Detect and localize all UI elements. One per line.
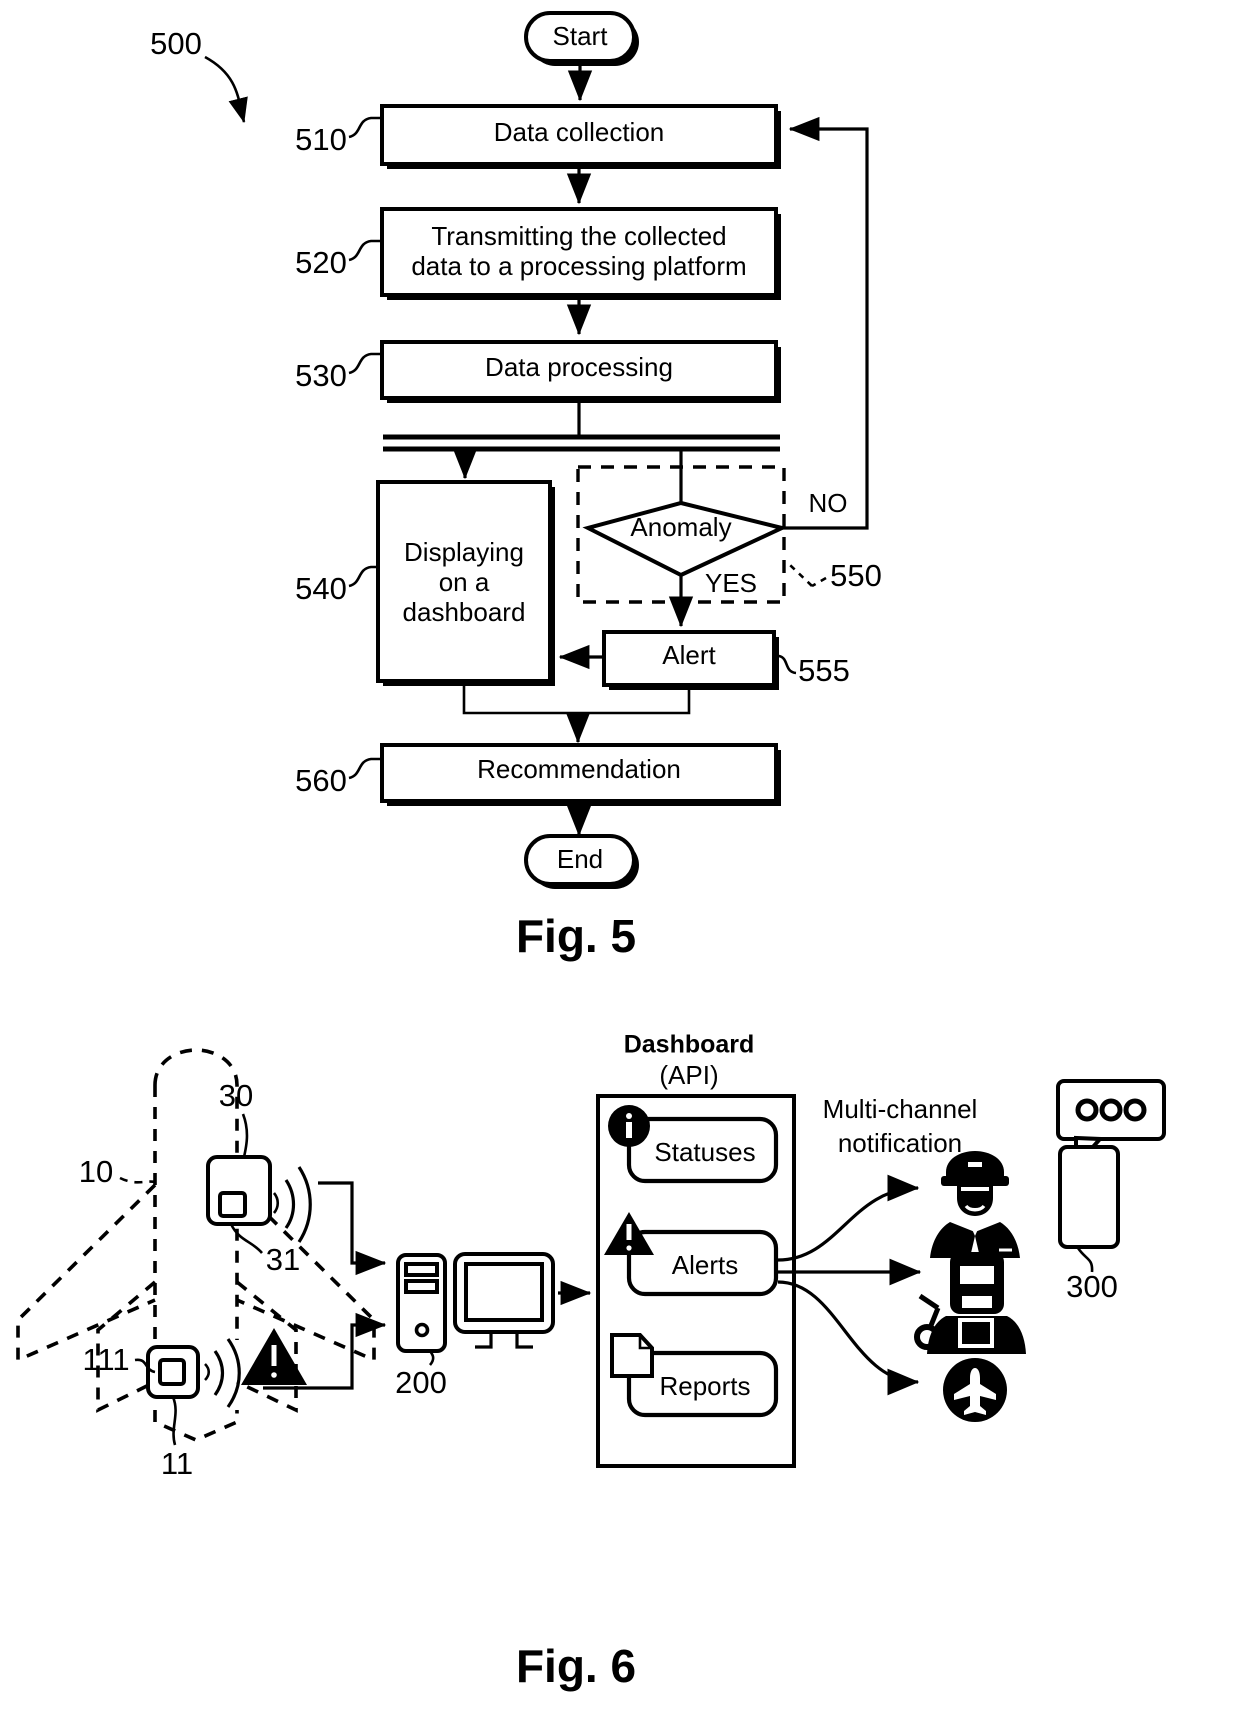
sensor-module-30-icon	[206, 1155, 272, 1226]
figure-6-caption: Fig. 6	[516, 1640, 636, 1692]
ref-555: 555	[798, 653, 850, 688]
ref-540: 540	[295, 571, 347, 606]
node-555: Alert	[602, 630, 779, 690]
desktop-computer-icon	[396, 1252, 555, 1353]
ref-300: 300	[1066, 1269, 1118, 1304]
ref-30-leader	[241, 1113, 249, 1158]
sensor-111-radio-waves-icon	[204, 1338, 241, 1408]
node-510-label: Data collection	[494, 117, 665, 147]
node-510: Data collection	[380, 104, 781, 169]
node-550-diamond: Anomaly	[582, 500, 788, 578]
edge-label-yes: YES	[705, 568, 757, 598]
node-540-label-line3: dashboard	[403, 597, 526, 627]
ref-510-leader	[348, 116, 382, 139]
ref-31: 31	[266, 1242, 300, 1277]
sensor-module-111-icon	[146, 1345, 200, 1399]
ref-11: 11	[161, 1446, 193, 1481]
figure-5: 500 Start Data collection 510 Transmitti…	[150, 11, 882, 962]
ref-11-leader	[171, 1396, 177, 1446]
ref-530: 530	[295, 358, 347, 393]
dashboard-title: Dashboard	[624, 1031, 755, 1059]
ref-560-leader	[348, 757, 382, 780]
node-end-label: End	[557, 844, 603, 874]
info-circle-icon	[608, 1105, 650, 1147]
airplane-circle-icon	[943, 1358, 1007, 1422]
dashboard-item-reports-label: Reports	[659, 1371, 750, 1401]
node-520: Transmitting the collected data to a pro…	[380, 207, 781, 300]
ref-200: 200	[395, 1365, 447, 1400]
pilot-icon	[930, 1151, 1020, 1258]
node-555-label: Alert	[662, 640, 716, 670]
edge-alerts-to-airline	[777, 1280, 920, 1396]
ref-500: 500	[150, 26, 202, 61]
smartphone-message-icon	[1056, 1079, 1166, 1249]
mechanic-welder-icon	[914, 1252, 1026, 1354]
node-540-label-line1: Displaying	[404, 537, 524, 567]
notification-label-line1: Multi-channel	[823, 1094, 978, 1124]
edge-label-no: NO	[809, 488, 848, 518]
ref-10: 10	[79, 1154, 113, 1189]
dashboard-subtitle: (API)	[659, 1060, 718, 1090]
node-540: Displaying on a dashboard	[376, 480, 555, 686]
ref-550-leader2	[789, 564, 813, 587]
node-520-label-line2: data to a processing platform	[411, 251, 746, 281]
ref-10-leader	[119, 1176, 156, 1184]
document-page-icon	[610, 1333, 654, 1378]
node-520-label-line1: Transmitting the collected	[431, 221, 726, 251]
edge-alerts-to-pilot	[777, 1174, 920, 1262]
ref-550-leader	[811, 576, 827, 588]
figure-6: 10 30 31 111 11 200 Dashboard (API) Stat…	[16, 1031, 1166, 1692]
dashboard-item-alerts-label: Alerts	[672, 1250, 738, 1280]
ref-30: 30	[219, 1078, 253, 1113]
edge-sensor30-to-computer	[318, 1181, 387, 1276]
ref-111: 111	[82, 1342, 129, 1377]
ref-530-leader	[348, 352, 382, 375]
sensor-30-radio-waves-icon	[272, 1166, 312, 1243]
node-530-label: Data processing	[485, 352, 673, 382]
node-start-label: Start	[553, 21, 609, 51]
node-530: Data processing	[380, 340, 781, 403]
warning-triangle-aircraft-icon	[241, 1328, 307, 1385]
ref-520-leader	[348, 239, 382, 262]
patent-figure-sheet: 500 Start Data collection 510 Transmitti…	[0, 0, 1240, 1715]
node-end: End	[524, 834, 639, 889]
ref-510: 510	[295, 122, 347, 157]
node-560: Recommendation	[380, 743, 781, 806]
node-540-label-line2: on a	[439, 567, 490, 597]
node-560-label: Recommendation	[477, 754, 681, 784]
ref-550: 550	[830, 558, 882, 593]
ref-500-leader	[204, 55, 248, 124]
ref-560: 560	[295, 763, 347, 798]
notification-label-line2: notification	[838, 1128, 962, 1158]
node-start: Start	[524, 11, 639, 66]
dashboard-item-statuses-label: Statuses	[654, 1137, 755, 1167]
edge-550-no-feedback	[782, 116, 869, 530]
node-550-label: Anomaly	[630, 512, 731, 542]
ref-200-leader	[428, 1350, 435, 1366]
figure-5-caption: Fig. 5	[516, 910, 636, 962]
ref-520: 520	[295, 245, 347, 280]
ref-540-leader	[348, 565, 378, 588]
